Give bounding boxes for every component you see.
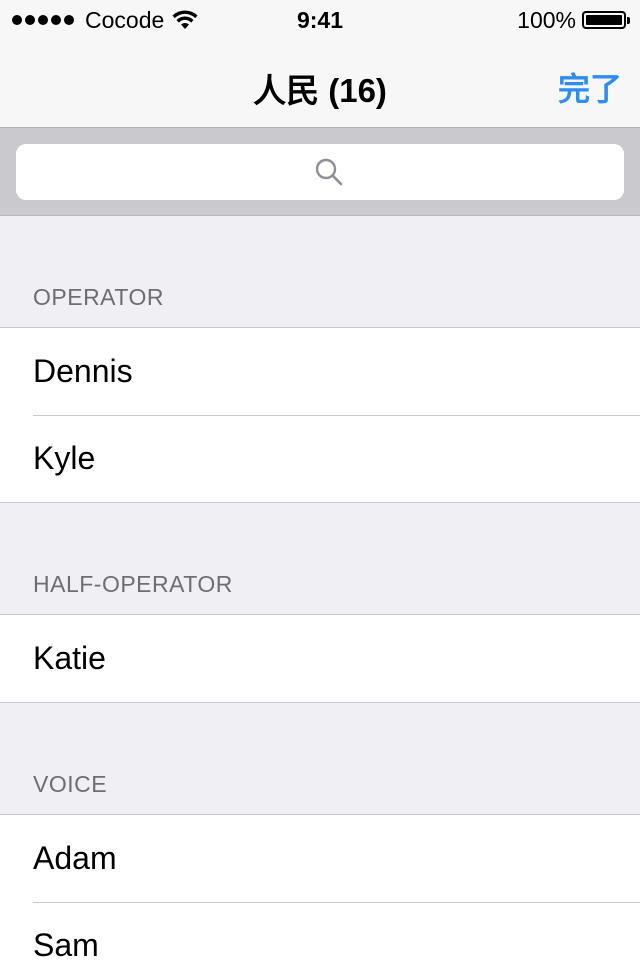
search-bar (0, 128, 640, 216)
section-header-label: VOICE (33, 771, 108, 797)
member-list: OPERATOR Dennis Kyle HALF-OPERATOR Katie… (0, 216, 640, 960)
section-half-operator: Katie (0, 614, 640, 703)
section-operator: Dennis Kyle (0, 327, 640, 503)
search-input[interactable] (16, 144, 624, 200)
done-button[interactable]: 完了 (558, 64, 622, 110)
list-item[interactable]: Sam (0, 902, 640, 960)
list-item[interactable]: Katie (0, 615, 640, 702)
status-bar: Cocode 9:41 100% (0, 0, 640, 40)
section-header-half-operator: HALF-OPERATOR (0, 503, 640, 614)
screen: Cocode 9:41 100% 人民 (16) 完了 OPERATOR Den… (0, 0, 640, 960)
page-title: 人民 (16) (253, 72, 387, 109)
list-item[interactable]: Adam (0, 815, 640, 902)
section-voice: Adam Sam (0, 814, 640, 960)
section-header-voice: VOICE (0, 703, 640, 814)
section-header-label: HALF-OPERATOR (33, 571, 233, 597)
list-item[interactable]: Kyle (0, 415, 640, 502)
status-right: 100% (517, 6, 630, 33)
section-header-operator: OPERATOR (0, 216, 640, 327)
battery-icon (582, 11, 630, 29)
list-item[interactable]: Dennis (0, 328, 640, 415)
section-header-label: OPERATOR (33, 284, 164, 310)
search-icon (315, 158, 343, 186)
navigation-bar: 人民 (16) 完了 (0, 40, 640, 128)
battery-percentage: 100% (517, 6, 576, 33)
